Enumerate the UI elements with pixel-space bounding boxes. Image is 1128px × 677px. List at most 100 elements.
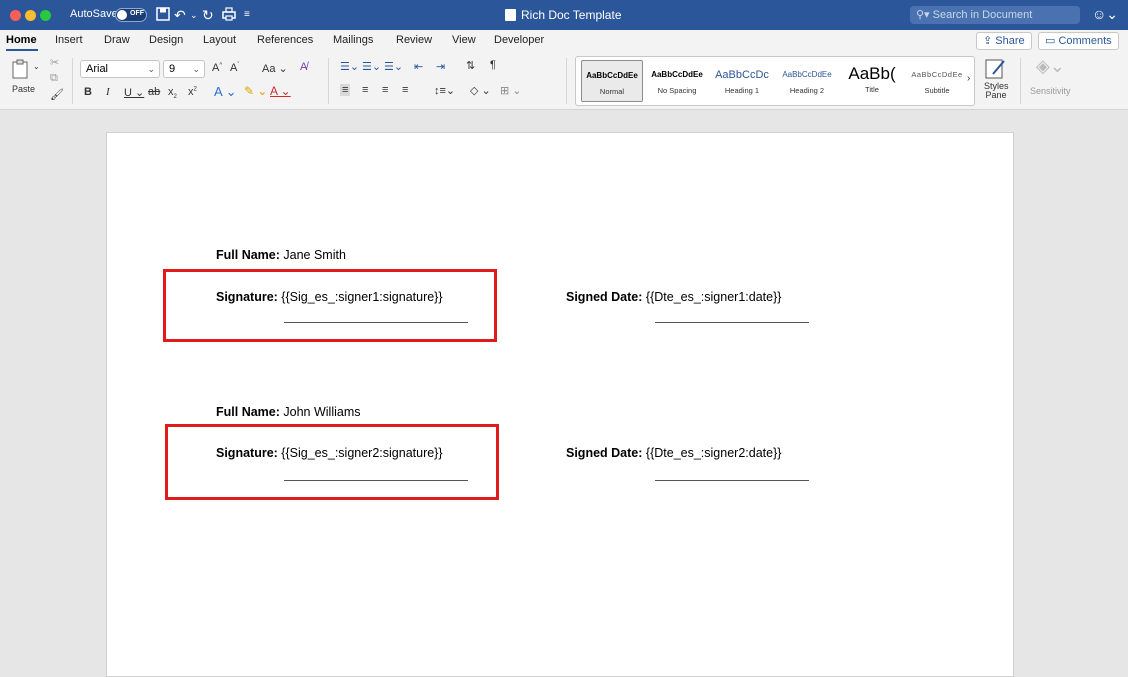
underline-icon[interactable]: U ⌄: [124, 86, 144, 99]
bullets-icon[interactable]: ☰⌄: [340, 60, 359, 73]
tab-mailings[interactable]: Mailings: [333, 34, 373, 46]
format-painter-icon[interactable]: 🖌: [50, 88, 64, 101]
paste-label: Paste: [12, 84, 36, 94]
minimize-window-button[interactable]: [25, 10, 36, 21]
font-size-select[interactable]: 9 ⌄: [163, 60, 205, 78]
autosave-state: OFF: [130, 10, 144, 17]
style-no-spacing[interactable]: AaBbCcDdEe No Spacing: [646, 60, 708, 102]
close-window-button[interactable]: [10, 10, 21, 21]
signer2-date-line: Signed Date: {{Dte_es_:signer2:date}}: [566, 446, 781, 460]
paste-icon[interactable]: [10, 58, 32, 83]
search-input[interactable]: ⚲▾ Search in Document: [910, 6, 1080, 24]
style-normal[interactable]: AaBbCcDdEe Normal: [581, 60, 643, 102]
highlight-icon[interactable]: ✎ ⌄: [244, 84, 267, 98]
signature-highlight-box: [163, 269, 497, 342]
styles-pane-label: Styles Pane: [984, 81, 1009, 100]
numbering-icon[interactable]: ☰⌄: [362, 60, 381, 73]
feedback-smiley-icon[interactable]: ☺⌄: [1092, 6, 1118, 23]
strikethrough-icon[interactable]: ab: [148, 86, 160, 98]
shading-icon[interactable]: ◇ ⌄: [470, 84, 491, 97]
signer2-date-tag: {{Dte_es_:signer2:date}}: [645, 446, 782, 460]
style-title[interactable]: AaBb( Title: [841, 60, 903, 102]
sensitivity-icon[interactable]: ◈⌄: [1036, 56, 1065, 77]
chevron-down-icon: ⌄: [147, 64, 155, 74]
align-left-icon[interactable]: ≡: [340, 84, 351, 96]
autosave-toggle[interactable]: OFF: [115, 8, 147, 22]
font-name-value: Arial: [86, 63, 109, 75]
signed-date-label: Signed Date:: [566, 446, 643, 460]
copy-icon[interactable]: ⧉: [50, 72, 58, 85]
chevron-right-icon[interactable]: ›: [967, 73, 970, 84]
date-underline: [655, 322, 809, 323]
cut-icon[interactable]: ✂: [50, 56, 59, 69]
tab-draw[interactable]: Draw: [104, 34, 130, 46]
italic-icon[interactable]: I: [106, 86, 110, 98]
save-icon[interactable]: [156, 7, 170, 23]
font-color-icon[interactable]: A ⌄: [270, 84, 291, 98]
style-subtitle[interactable]: AaBbCcDdEe Subtitle: [906, 60, 968, 102]
style-heading-2[interactable]: AaBbCcDdEe Heading 2: [776, 60, 838, 102]
signature-underline: [284, 322, 468, 323]
signature-label: Signature:: [216, 290, 278, 304]
styles-gallery: AaBbCcDdEe Normal AaBbCcDdEe No Spacing …: [575, 56, 975, 106]
style-sample: AaBbCcDdEe: [651, 70, 703, 79]
comments-label: Comments: [1058, 35, 1112, 47]
change-case-icon[interactable]: Aa ⌄: [262, 62, 288, 75]
bold-icon[interactable]: B: [84, 86, 92, 98]
style-name: Heading 2: [789, 86, 825, 95]
divider: [566, 58, 567, 104]
document-title: Rich Doc Template: [505, 8, 622, 22]
document-icon: [505, 9, 516, 21]
styles-pane-icon[interactable]: [984, 56, 1008, 83]
align-right-icon[interactable]: ≡: [382, 84, 388, 96]
justify-icon[interactable]: ≡: [402, 84, 408, 96]
full-name-label: Full Name:: [216, 405, 280, 419]
sort-icon[interactable]: ⇅: [466, 59, 475, 72]
signer1-date-tag: {{Dte_es_:signer1:date}}: [645, 290, 782, 304]
divider: [328, 58, 329, 104]
tab-references[interactable]: References: [257, 34, 313, 46]
zoom-window-button[interactable]: [40, 10, 51, 21]
increase-indent-icon[interactable]: ⇥: [436, 60, 445, 73]
grow-font-icon[interactable]: A^: [212, 62, 222, 74]
style-heading-1[interactable]: AaBbCcDc Heading 1: [711, 60, 773, 102]
chevron-down-icon[interactable]: ⌄: [190, 7, 198, 23]
tab-home[interactable]: Home: [6, 34, 37, 46]
style-name: No Spacing: [657, 86, 697, 95]
signature-label: Signature:: [216, 446, 278, 460]
share-icon: ⇪: [983, 35, 996, 47]
tab-review[interactable]: Review: [396, 34, 432, 46]
tab-design[interactable]: Design: [149, 34, 183, 46]
borders-icon[interactable]: ⊞ ⌄: [500, 84, 522, 97]
decrease-indent-icon[interactable]: ⇤: [414, 60, 423, 73]
shrink-font-icon[interactable]: Aˇ: [230, 62, 239, 74]
line-spacing-icon[interactable]: ↕≡⌄: [434, 84, 455, 97]
document-page[interactable]: Full Name: Jane Smith Signature: {{Sig_e…: [106, 132, 1014, 677]
text-effects-icon[interactable]: A ⌄: [214, 84, 236, 100]
tab-layout[interactable]: Layout: [203, 34, 236, 46]
share-label: Share: [995, 35, 1025, 47]
show-formatting-icon[interactable]: ¶: [490, 59, 496, 71]
share-button[interactable]: ⇪ Share: [976, 32, 1032, 50]
font-name-select[interactable]: Arial ⌄: [80, 60, 160, 78]
clear-formatting-icon[interactable]: A̸: [300, 61, 307, 73]
customize-toolbar-icon[interactable]: ≡: [244, 7, 250, 23]
signer1-signature-tag: {{Sig_es_:signer1:signature}}: [281, 290, 443, 304]
ribbon-tabs: Home Insert Draw Design Layout Reference…: [0, 30, 1128, 52]
superscript-icon[interactable]: x2: [188, 86, 197, 98]
undo-icon[interactable]: ↶: [174, 7, 186, 23]
align-center-icon[interactable]: ≡: [362, 84, 368, 96]
multilevel-list-icon[interactable]: ☰⌄: [384, 60, 403, 73]
redo-icon[interactable]: ↻: [202, 7, 214, 23]
comments-button[interactable]: ▭ Comments: [1038, 32, 1119, 50]
document-canvas: Full Name: Jane Smith Signature: {{Sig_e…: [0, 111, 1128, 677]
tab-insert[interactable]: Insert: [55, 34, 83, 46]
signer1-full-name: Jane Smith: [283, 248, 346, 262]
chevron-down-icon[interactable]: ⌄: [33, 62, 40, 71]
print-icon[interactable]: [222, 7, 236, 23]
style-name: Heading 1: [724, 86, 760, 95]
style-name: Normal: [599, 87, 625, 96]
tab-view[interactable]: View: [452, 34, 476, 46]
subscript-icon[interactable]: x2: [168, 86, 177, 100]
tab-developer[interactable]: Developer: [494, 34, 544, 46]
